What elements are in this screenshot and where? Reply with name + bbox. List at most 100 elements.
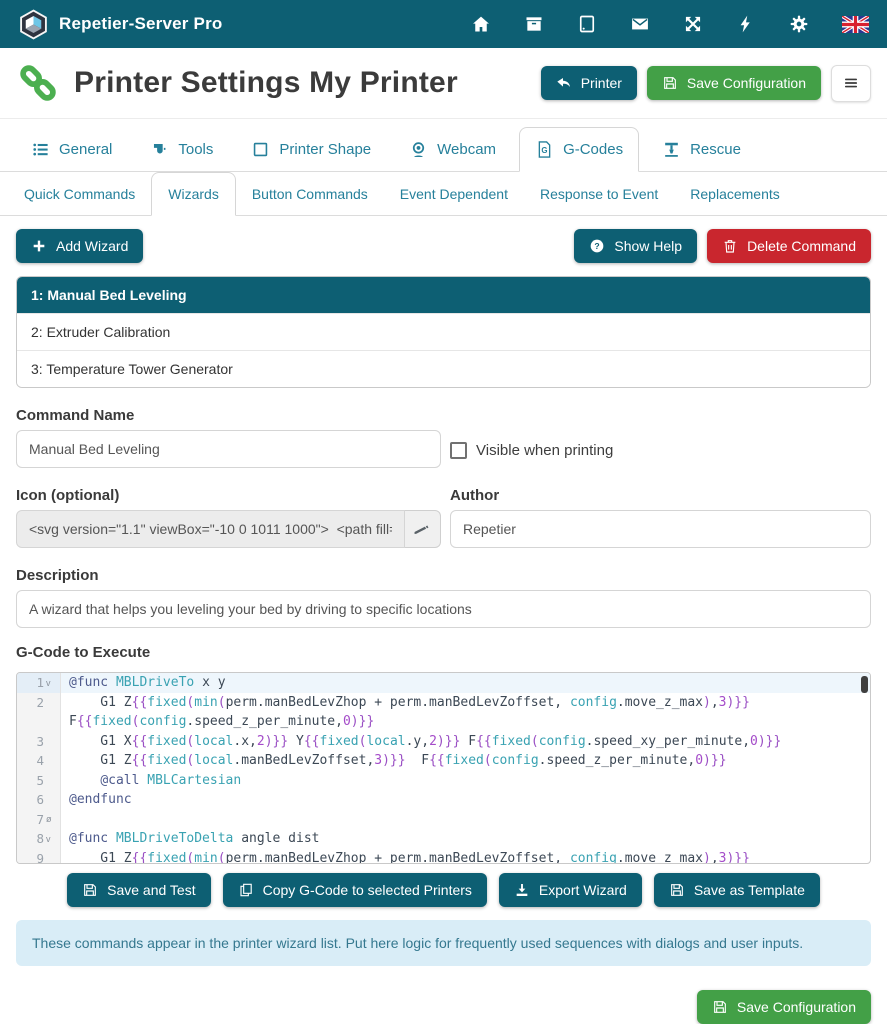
printer-icon[interactable] — [524, 14, 544, 34]
code-line: 7ø — [17, 810, 870, 830]
author-input[interactable] — [450, 510, 871, 548]
line-number: 6 — [28, 792, 44, 807]
svg-text:G: G — [541, 146, 547, 155]
rescue-icon — [662, 140, 681, 159]
line-number: 8 — [28, 831, 44, 846]
command-name-input[interactable] — [16, 430, 441, 468]
copy-g-code-to-selected-printers-button[interactable]: Copy G-Code to selected Printers — [223, 873, 487, 907]
code-text — [61, 810, 870, 830]
line-number: 1 — [28, 675, 44, 690]
delete-command-button[interactable]: Delete Command — [707, 229, 871, 263]
uk-flag-icon[interactable] — [842, 16, 869, 33]
info-banner: These commands appear in the printer wiz… — [16, 920, 871, 966]
wizard-toolbar: Add Wizard ? Show Help Delete Command — [0, 229, 887, 263]
download-icon — [514, 882, 530, 898]
question-icon: ? — [589, 238, 605, 254]
tab-label: Webcam — [437, 141, 496, 158]
trash-icon — [722, 238, 738, 254]
code-line: 8v@func MBLDriveToDelta angle dist — [17, 829, 870, 849]
icon-input — [16, 510, 405, 548]
mail-icon[interactable] — [630, 14, 650, 34]
fold-arrow-icon[interactable]: v — [46, 678, 56, 688]
line-number: 7 — [28, 812, 44, 827]
code-line: 3 G1 X{{fixed(local.x,2)}} Y{{fixed(loca… — [17, 732, 870, 752]
expand-icon[interactable] — [683, 14, 703, 34]
visible-when-printing-label: Visible when printing — [476, 442, 613, 459]
line-number: 2 — [28, 695, 44, 710]
printer-button[interactable]: Printer — [541, 66, 637, 100]
edit-icon-button[interactable] — [405, 510, 441, 548]
gutter-cell: 5 — [17, 771, 61, 791]
page-header: Printer Settings My Printer Printer Save… — [0, 48, 887, 119]
description-input[interactable] — [16, 590, 871, 628]
show-help-button[interactable]: ? Show Help — [574, 229, 697, 263]
add-wizard-button[interactable]: Add Wizard — [16, 229, 143, 263]
tab-g-codes[interactable]: GG-Codes — [519, 127, 639, 172]
fold-arrow-icon[interactable]: v — [46, 834, 56, 844]
gutter-cell: 6 — [17, 790, 61, 810]
brand[interactable]: Repetier-Server Pro — [18, 9, 222, 40]
gutter-cell — [17, 712, 61, 732]
home-icon[interactable] — [471, 14, 491, 34]
bolt-icon[interactable] — [736, 14, 756, 34]
export-wizard-button[interactable]: Export Wizard — [499, 873, 642, 907]
wizard-list: 1: Manual Bed Leveling2: Extruder Calibr… — [16, 276, 871, 388]
editor-scrollbar-thumb[interactable] — [861, 676, 868, 693]
code-text: G1 Z{{fixed(min(perm.manBedLevZhop + per… — [61, 849, 870, 865]
navbar-icons — [471, 14, 869, 34]
save-and-test-button[interactable]: Save and Test — [67, 873, 210, 907]
tab-printer-shape[interactable]: Printer Shape — [236, 128, 386, 171]
save-configuration-button-bottom[interactable]: Save Configuration — [697, 990, 871, 1024]
wizard-list-item[interactable]: 3: Temperature Tower Generator — [17, 350, 870, 387]
header-buttons: Printer Save Configuration — [541, 65, 871, 102]
repetier-logo-icon — [18, 9, 49, 40]
gear-icon[interactable] — [789, 14, 809, 34]
tab-tools[interactable]: Tools — [135, 128, 228, 171]
code-text: G1 X{{fixed(local.x,2)}} Y{{fixed(local.… — [61, 732, 870, 752]
save-icon — [669, 882, 685, 898]
subtab-event-dependent[interactable]: Event Dependent — [384, 173, 524, 215]
main-tabs: General Tools Printer Shape Webcam GG-CodesR… — [0, 127, 887, 172]
gcode-editor[interactable]: 1v@func MBLDriveTo x y2 G1 Z{{fixed(min(… — [16, 672, 871, 864]
save-icon — [82, 882, 98, 898]
copy-icon — [238, 882, 254, 898]
gutter-marker: ø — [46, 814, 56, 824]
gcode-label: G-Code to Execute — [16, 644, 871, 661]
subtab-button-commands[interactable]: Button Commands — [236, 173, 384, 215]
icon-label: Icon (optional) — [16, 487, 441, 504]
code-text: @func MBLDriveTo x y — [61, 673, 870, 693]
tablet-icon[interactable] — [577, 14, 597, 34]
tab-rescue[interactable]: Rescue — [647, 128, 756, 171]
tab-general[interactable]: General — [16, 128, 127, 171]
hamburger-icon — [842, 74, 860, 92]
code-text: @call MBLCartesian — [61, 771, 870, 791]
shape-icon — [251, 140, 270, 159]
tab-webcam[interactable]: Webcam — [394, 128, 511, 171]
top-navbar: Repetier-Server Pro — [0, 0, 887, 48]
tab-label: Printer Shape — [279, 141, 371, 158]
wizard-list-item[interactable]: 2: Extruder Calibration — [17, 313, 870, 350]
code-line: 9 G1 Z{{fixed(min(perm.manBedLevZhop + p… — [17, 849, 870, 865]
tab-label: General — [59, 141, 112, 158]
save-configuration-button[interactable]: Save Configuration — [647, 66, 821, 100]
code-line: 5 @call MBLCartesian — [17, 771, 870, 791]
save-as-template-button[interactable]: Save as Template — [654, 873, 820, 907]
subtab-response-to-event[interactable]: Response to Event — [524, 173, 674, 215]
gutter-cell: 4 — [17, 751, 61, 771]
subtab-wizards[interactable]: Wizards — [151, 172, 236, 216]
subtab-quick-commands[interactable]: Quick Commands — [8, 173, 151, 215]
code-text: @endfunc — [61, 790, 870, 810]
gcode-doc-icon: G — [535, 140, 554, 159]
back-arrow-icon — [556, 75, 572, 91]
menu-button[interactable] — [831, 65, 871, 102]
sub-tabs: Quick CommandsWizardsButton CommandsEven… — [0, 172, 887, 216]
code-text: F{{fixed(config.speed_z_per_minute,0)}} — [61, 712, 870, 732]
subtab-replacements[interactable]: Replacements — [674, 173, 796, 215]
line-number: 9 — [28, 851, 44, 864]
code-text: G1 Z{{fixed(local.manBedLevZoffset,3)}} … — [61, 751, 870, 771]
visible-when-printing-checkbox[interactable] — [450, 442, 467, 459]
wizard-list-item[interactable]: 1: Manual Bed Leveling — [17, 277, 870, 313]
gutter-cell: 8v — [17, 829, 61, 849]
gutter-cell: 2 — [17, 693, 61, 713]
gutter-cell: 1v — [17, 673, 61, 693]
